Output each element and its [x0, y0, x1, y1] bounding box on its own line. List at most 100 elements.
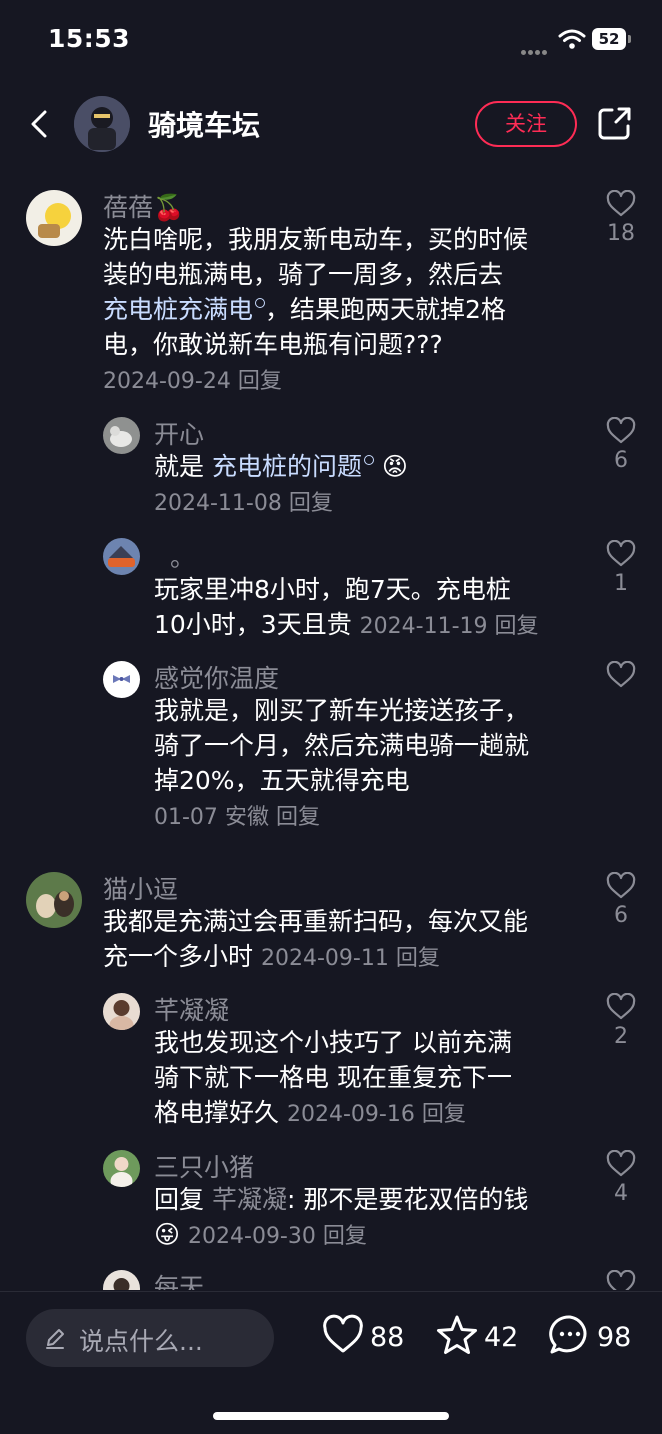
replier-name[interactable]: 三只小猪 [154, 1148, 254, 1184]
heart-icon [606, 540, 636, 567]
replier-avatar[interactable] [103, 1150, 140, 1187]
heart-icon [606, 993, 636, 1020]
reply-button[interactable]: 回复 [238, 369, 282, 394]
reply-location: 安徽 [224, 805, 269, 830]
comment-input[interactable]: 说点什么... [26, 1309, 274, 1367]
reply-date: 2024-09-16 [286, 1102, 415, 1127]
commenter-avatar[interactable] [26, 872, 82, 928]
comment-like-button[interactable]: 6 [601, 417, 641, 473]
comment-like-button[interactable]: 1 [601, 540, 641, 596]
reply-button[interactable]: 回复 [289, 491, 333, 516]
reply-text: 我就是，刚买了新车光接送孩子， 骑了一个月，然后充满电骑一趟就 掉20%，五天就… [154, 693, 529, 835]
like-count: 2 [614, 1024, 628, 1049]
reply-date: 2024-11-19 [359, 614, 488, 639]
angry-emoji: 😡 [381, 452, 408, 481]
comment-count: 98 [597, 1322, 632, 1353]
like-count: 6 [614, 903, 628, 928]
input-placeholder: 说点什么... [79, 1327, 203, 1356]
comment-text-line: 我都是充满过会再重新扫码，每次又能 [103, 907, 529, 936]
comment-text-line: 掉20%，五天就得充电 [154, 766, 410, 795]
replier-name[interactable]: 。 [170, 538, 195, 574]
pencil-icon [46, 1329, 64, 1349]
reply-text: 回复 芊凝凝: 那不是要花双倍的钱 😜 2024-09-30 回复 [154, 1185, 529, 1249]
search-link-icon [363, 455, 374, 465]
top-nav: 骑境车坛 关注 [0, 86, 662, 162]
channel-name[interactable]: 骑境车坛 [148, 104, 260, 144]
comment-like-button[interactable]: 4 [601, 1150, 641, 1206]
comment-text-line: 装的电瓶满电，骑了一周多，然后去 [103, 260, 504, 289]
replier-avatar[interactable] [103, 993, 140, 1030]
reply-text: 我也发现这个小技巧了 以前充满 骑下就下一格电 现在重复充下一 格电撑好久 20… [154, 1025, 512, 1132]
replier-name[interactable]: 开心 [154, 415, 204, 451]
comment-like-button[interactable]: 2 [601, 993, 641, 1049]
heart-icon [606, 1150, 636, 1177]
follow-button[interactable]: 关注 [475, 101, 577, 147]
comment-text: 我都是充满过会再重新扫码，每次又能 充一个多小时 2024-09-11 回复 [103, 904, 528, 976]
comment-text-line: 我也发现这个小技巧了 以前充满 [154, 1028, 512, 1057]
emoji: 😜 [154, 1220, 181, 1249]
star-icon [437, 1315, 477, 1354]
comment-like-button[interactable]: 6 [601, 872, 641, 928]
comment-text-line: 骑下就下一格电 现在重复充下一 [154, 1063, 512, 1092]
comment-text-line: 骑了一个月，然后充满电骑一趟就 [154, 731, 530, 760]
status-bar: 15:53 52 [0, 0, 662, 80]
replier-avatar[interactable] [103, 1270, 140, 1290]
favorite-count: 42 [484, 1322, 519, 1353]
replier-avatar[interactable] [103, 661, 140, 698]
reply-date: 2024-09-30 [188, 1224, 316, 1249]
replier-avatar[interactable] [103, 417, 140, 454]
heart-icon [606, 872, 636, 899]
commenter-avatar[interactable] [26, 190, 82, 246]
search-link-icon [255, 298, 266, 308]
reply-button[interactable]: 回复 [323, 1224, 367, 1249]
reply-to-user[interactable]: 芊凝凝 [212, 1185, 287, 1214]
reply-button[interactable]: 回复 [276, 805, 320, 830]
channel-avatar[interactable] [74, 96, 130, 152]
like-count: 18 [607, 221, 635, 246]
reply-text: 玩家里冲8小时，跑7天。充电桩 10小时，3天且贵 2024-11-19 回复 [154, 572, 539, 644]
comment-date: 2024-09-11 [260, 946, 389, 971]
like-count: 6 [614, 448, 628, 473]
replier-name[interactable]: 感觉你温度 [154, 659, 279, 695]
comment-text-line: 电，你敢说新车电瓶有问题??? [103, 330, 443, 359]
like-count: 1 [614, 571, 628, 596]
commenter-name[interactable]: 猫小逗 [103, 870, 178, 906]
home-indicator[interactable] [213, 1412, 449, 1420]
replier-name[interactable]: 芊凝凝 [154, 991, 229, 1027]
share-icon[interactable] [596, 104, 634, 142]
bottom-bar: 说点什么... 88 42 98 [0, 1291, 662, 1434]
like-count: 88 [370, 1322, 405, 1353]
status-time: 15:53 [48, 24, 131, 53]
comment-text-line: 洗白啥呢，我朋友新电动车，买的时候 [103, 225, 529, 254]
replier-avatar[interactable] [103, 538, 140, 575]
search-link[interactable]: 充电桩充满电 [103, 295, 253, 324]
battery-level: 52 [592, 28, 626, 50]
reply-text: 就是 充电桩的问题 😡 2024-11-08 回复 [154, 452, 408, 516]
comment-text-line: 我就是，刚买了新车光接送孩子， [154, 696, 530, 725]
commenter-name[interactable]: 蓓蓓🍒 [103, 188, 184, 224]
reply-button[interactable]: 回复 [495, 614, 539, 639]
reply-date: 01-07 [154, 805, 218, 830]
comment-like-button[interactable]: 18 [601, 190, 641, 246]
like-count: 4 [614, 1181, 628, 1206]
comment-like-button[interactable] [601, 661, 641, 688]
reply-button[interactable]: 回复 [396, 946, 440, 971]
replier-name[interactable]: 每天 [154, 1268, 204, 1290]
comment-text: 洗白啥呢，我朋友新电动车，买的时候 装的电瓶满电，骑了一周多，然后去 充电桩充满… [103, 222, 528, 399]
battery-icon: 52 [592, 28, 632, 50]
comment-like-button[interactable] [601, 1270, 641, 1290]
back-arrow-icon[interactable] [22, 106, 58, 142]
wifi-icon [558, 29, 586, 49]
comment-bubble-icon [549, 1315, 587, 1354]
heart-icon [606, 190, 636, 217]
reply-date: 2024-11-08 [154, 491, 282, 516]
heart-icon [323, 1314, 363, 1353]
comment-date: 2024-09-24 [103, 369, 231, 394]
comment-list: 蓓蓓🍒 洗白啥呢，我朋友新电动车，买的时候 装的电瓶满电，骑了一周多，然后去 充… [0, 170, 662, 1290]
heart-icon [606, 1270, 636, 1290]
heart-icon [606, 417, 636, 444]
comment-text-line: 玩家里冲8小时，跑7天。充电桩 [154, 575, 511, 604]
reply-button[interactable]: 回复 [422, 1102, 466, 1127]
search-link[interactable]: 充电桩的问题 [212, 452, 362, 481]
heart-icon [606, 661, 636, 688]
